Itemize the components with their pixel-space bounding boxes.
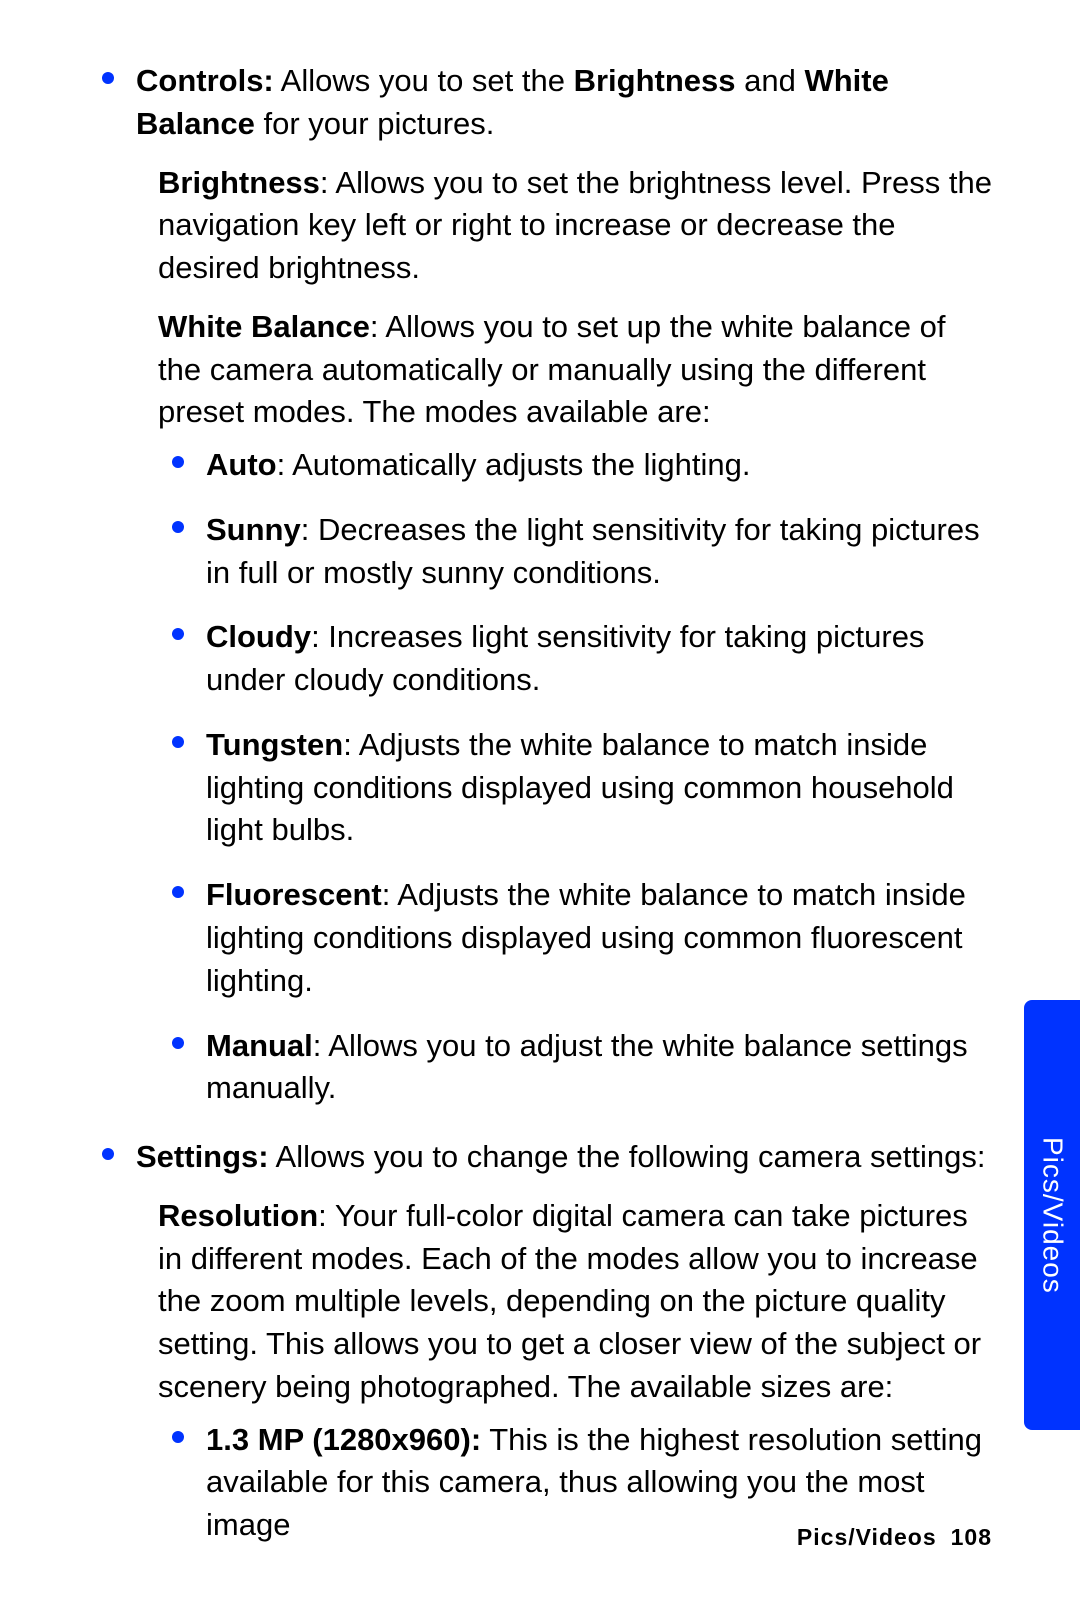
- mode-desc: : Increases light sensitivity for taking…: [206, 619, 924, 697]
- white-balance-para: White Balance: Allows you to set up the …: [158, 306, 992, 434]
- brightness-para: Brightness: Allows you to set the bright…: [158, 162, 992, 290]
- mode-manual: Manual: Allows you to adjust the white b…: [158, 1025, 992, 1111]
- mode-name: Fluorescent: [206, 877, 382, 912]
- controls-and: and: [736, 63, 805, 98]
- footer-section: Pics/Videos: [797, 1524, 937, 1550]
- page-content: Controls: Allows you to set the Brightne…: [88, 60, 992, 1547]
- brightness-label: Brightness: [158, 165, 320, 200]
- settings-label: Settings:: [136, 1139, 269, 1174]
- mode-name: Auto: [206, 447, 277, 482]
- wb-label: White Balance: [158, 309, 370, 344]
- mode-desc: : Allows you to adjust the white balance…: [206, 1028, 968, 1106]
- controls-label: Controls:: [136, 63, 274, 98]
- bullet-icon: [172, 628, 184, 640]
- mode-tungsten: Tungsten: Adjusts the white balance to m…: [158, 724, 992, 852]
- mode-fluorescent: Fluorescent: Adjusts the white balance t…: [158, 874, 992, 1002]
- section-tab: Pics/Videos: [1024, 1000, 1080, 1430]
- bullet-controls: Controls: Allows you to set the Brightne…: [88, 60, 992, 146]
- bullet-icon: [172, 521, 184, 533]
- controls-brightness-word: Brightness: [574, 63, 736, 98]
- mode-desc: : Automatically adjusts the lighting.: [277, 447, 751, 482]
- bullet-icon: [172, 736, 184, 748]
- bullet-icon: [172, 456, 184, 468]
- res-label: Resolution: [158, 1198, 318, 1233]
- bullet-settings: Settings: Allows you to change the follo…: [88, 1136, 992, 1179]
- footer-page-number: 108: [951, 1524, 992, 1550]
- resolution-para: Resolution: Your full-color digital came…: [158, 1195, 992, 1409]
- text-block: Controls: Allows you to set the Brightne…: [136, 63, 889, 141]
- mode-cloudy: Cloudy: Increases light sensitivity for …: [158, 616, 992, 702]
- mode-name: Tungsten: [206, 727, 343, 762]
- controls-tail: for your pictures.: [255, 106, 494, 141]
- mode-name: Sunny: [206, 512, 301, 547]
- mode-name: Cloudy: [206, 619, 311, 654]
- mode-auto: Auto: Automatically adjusts the lighting…: [158, 444, 992, 487]
- mode-sunny: Sunny: Decreases the light sensitivity f…: [158, 509, 992, 595]
- bullet-icon: [172, 886, 184, 898]
- size-name: 1.3 MP (1280x960):: [206, 1422, 481, 1457]
- section-tab-label: Pics/Videos: [1033, 1137, 1072, 1294]
- settings-text: Allows you to change the following camer…: [269, 1139, 986, 1174]
- bullet-icon: [172, 1037, 184, 1049]
- bullet-icon: [102, 72, 114, 84]
- mode-desc: : Decreases the light sensitivity for ta…: [206, 512, 980, 590]
- bullet-icon: [102, 1148, 114, 1160]
- controls-text-1: Allows you to set the: [274, 63, 574, 98]
- page-footer: Pics/Videos 108: [797, 1522, 992, 1554]
- mode-name: Manual: [206, 1028, 313, 1063]
- bullet-icon: [172, 1431, 184, 1443]
